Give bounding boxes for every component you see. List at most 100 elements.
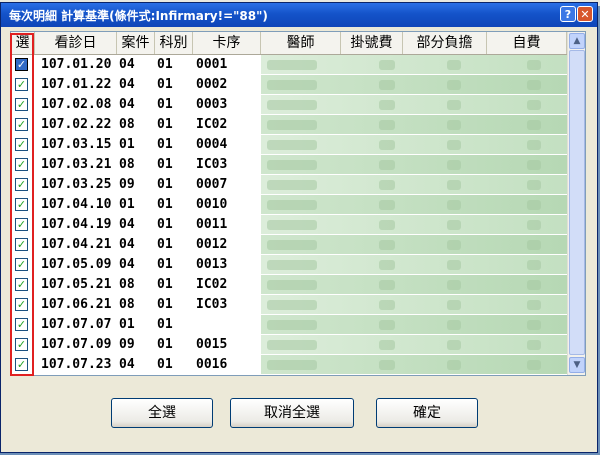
row-checkbox[interactable]: ✓ [15,58,28,71]
redacted-value [379,80,395,90]
redacted-value [267,260,317,270]
redacted-value [447,260,461,270]
redacted-value [527,260,541,270]
table-row[interactable]: ✓ 107.03.25 09 01 0007 [11,175,567,195]
table-row[interactable]: ✓ 107.04.10 01 01 0010 [11,195,567,215]
help-icon[interactable]: ? [560,6,576,22]
cell-card: 0011 [196,217,228,232]
redacted-value [267,300,317,310]
cell-card: 0012 [196,237,228,252]
redacted-value [379,60,395,70]
redacted-value [267,360,317,370]
redacted-value [527,240,541,250]
row-checkbox[interactable]: ✓ [15,158,28,171]
row-checkbox[interactable]: ✓ [15,258,28,271]
redacted-value [379,100,395,110]
redacted-value [379,320,395,330]
cell-case: 08 [119,117,135,132]
col-header-case[interactable]: 案件 [117,32,155,54]
redacted-value [267,140,317,150]
cell-date: 107.03.25 [41,177,112,192]
col-header-doctor[interactable]: 醫師 [261,32,341,54]
redacted-value [379,160,395,170]
cell-date: 107.07.09 [41,337,112,352]
window-title: 每次明細 計算基準(條件式:Infirmary!="88") [9,9,268,23]
redacted-value [527,340,541,350]
scroll-up-icon[interactable]: ▲ [569,33,585,49]
redacted-value [447,320,461,330]
redacted-value [447,60,461,70]
cell-case: 09 [119,337,135,352]
col-header-select[interactable]: 選 [11,32,35,54]
col-header-self-pay[interactable]: 自費 [487,32,567,54]
row-checkbox[interactable]: ✓ [15,278,28,291]
table-row[interactable]: ✓ 107.01.22 04 01 0002 [11,75,567,95]
table-row[interactable]: ✓ 107.01.20 04 01 0001 [11,55,567,75]
cell-card: 0001 [196,57,228,72]
redacted-value [267,100,317,110]
redacted-value [379,340,395,350]
cell-card: 0003 [196,97,228,112]
redacted-value [527,180,541,190]
cell-dept: 01 [157,97,173,112]
cell-card: 0016 [196,357,228,372]
row-checkbox[interactable]: ✓ [15,198,28,211]
table-row[interactable]: ✓ 107.07.23 04 01 0016 [11,355,567,375]
redacted-value [527,140,541,150]
row-checkbox[interactable]: ✓ [15,318,28,331]
redacted-value [379,260,395,270]
table-row[interactable]: ✓ 107.02.22 08 01 IC02 [11,115,567,135]
col-header-card[interactable]: 卡序 [193,32,261,54]
table-row[interactable]: ✓ 107.03.21 08 01 IC03 [11,155,567,175]
title-bar: 每次明細 計算基準(條件式:Infirmary!="88") ? ✕ [1,3,597,27]
table-row[interactable]: ✓ 107.07.07 01 01 [11,315,567,335]
col-header-date[interactable]: 看診日 [35,32,117,54]
row-checkbox[interactable]: ✓ [15,78,28,91]
row-checkbox[interactable]: ✓ [15,358,28,371]
cell-card: IC03 [196,297,228,312]
row-checkbox[interactable]: ✓ [15,98,28,111]
table-row[interactable]: ✓ 107.05.09 04 01 0013 [11,255,567,275]
redacted-value [267,240,317,250]
table-row[interactable]: ✓ 107.06.21 08 01 IC03 [11,295,567,315]
row-checkbox[interactable]: ✓ [15,178,28,191]
table-row[interactable]: ✓ 107.03.15 01 01 0004 [11,135,567,155]
row-checkbox[interactable]: ✓ [15,338,28,351]
vertical-scrollbar[interactable]: ▲ ▼ [567,32,585,375]
confirm-button[interactable]: 確定 [376,398,478,428]
row-checkbox[interactable]: ✓ [15,298,28,311]
row-checkbox[interactable]: ✓ [15,238,28,251]
row-checkbox[interactable]: ✓ [15,118,28,131]
redacted-value [267,320,317,330]
col-header-reg-fee[interactable]: 掛號費 [341,32,403,54]
cell-case: 01 [119,197,135,212]
table-row[interactable]: ✓ 107.05.21 08 01 IC02 [11,275,567,295]
cell-case: 04 [119,357,135,372]
col-header-copay[interactable]: 部分負擔 [403,32,487,54]
table-row[interactable]: ✓ 107.04.19 04 01 0011 [11,215,567,235]
scroll-down-icon[interactable]: ▼ [569,357,585,373]
cell-case: 04 [119,237,135,252]
cell-dept: 01 [157,357,173,372]
row-checkbox[interactable]: ✓ [15,218,28,231]
col-header-dept[interactable]: 科別 [155,32,193,54]
redacted-value [379,280,395,290]
deselect-all-button[interactable]: 取消全選 [230,398,354,428]
redacted-value [447,280,461,290]
row-checkbox[interactable]: ✓ [15,138,28,151]
redacted-value [447,300,461,310]
table-row[interactable]: ✓ 107.04.21 04 01 0012 [11,235,567,255]
cell-card: 0015 [196,337,228,352]
table-row[interactable]: ✓ 107.07.09 09 01 0015 [11,335,567,355]
select-all-button[interactable]: 全選 [111,398,213,428]
table-row[interactable]: ✓ 107.02.08 04 01 0003 [11,95,567,115]
redacted-value [447,120,461,130]
close-icon[interactable]: ✕ [577,6,593,22]
cell-date: 107.03.21 [41,157,112,172]
cell-date: 107.01.20 [41,57,112,72]
scroll-thumb[interactable] [569,50,585,355]
cell-dept: 01 [157,217,173,232]
redacted-value [447,100,461,110]
cell-card: 0007 [196,177,228,192]
redacted-value [267,80,317,90]
